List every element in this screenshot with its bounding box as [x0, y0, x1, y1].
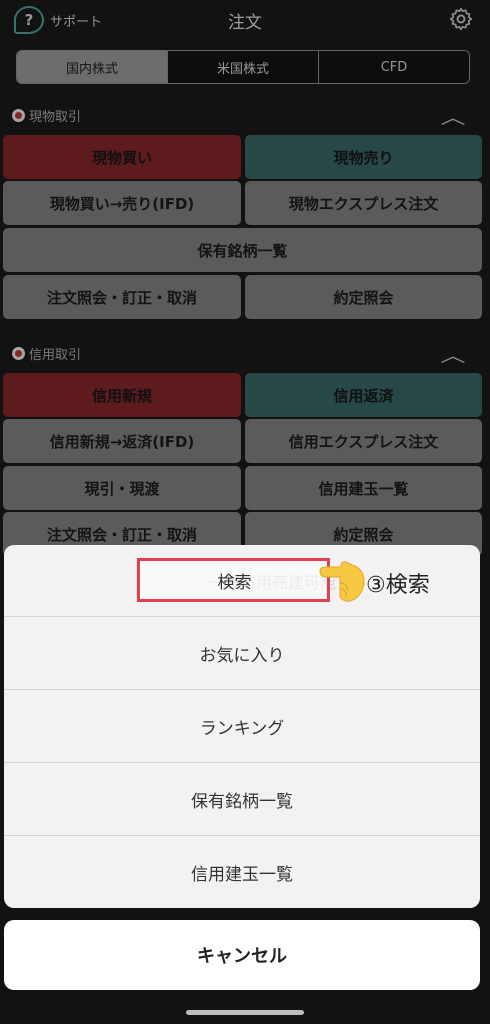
- sheet-item-holdings[interactable]: 保有銘柄一覧: [4, 763, 480, 836]
- sheet-item-ranking[interactable]: ランキング: [4, 690, 480, 763]
- pointing-hand-icon: [319, 561, 365, 602]
- cancel-button[interactable]: キャンセル: [4, 920, 480, 990]
- sheet-item-positions[interactable]: 信用建玉一覧: [4, 836, 480, 908]
- sheet-item-search-label: 検索: [217, 572, 252, 593]
- home-indicator[interactable]: [186, 1010, 304, 1015]
- tutorial-annotation: ③検索: [318, 557, 478, 607]
- sheet-item-favorites[interactable]: お気に入り: [4, 617, 480, 690]
- annotation-label: ③検索: [366, 573, 430, 598]
